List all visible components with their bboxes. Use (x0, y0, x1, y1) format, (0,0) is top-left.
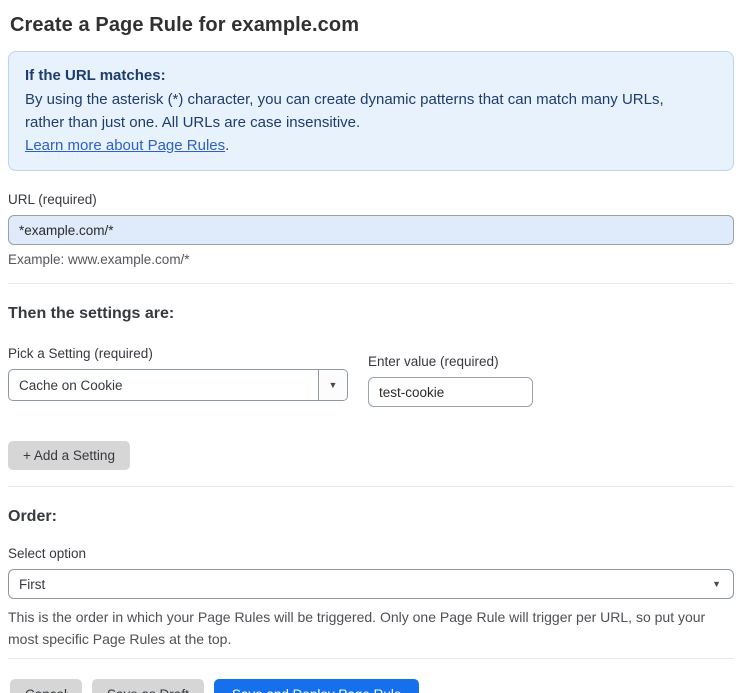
footer-actions: Cancel Save as Draft Save and Deploy Pag… (8, 679, 734, 693)
url-input[interactable] (8, 215, 734, 245)
order-section-heading: Order: (8, 508, 57, 525)
url-example-hint: Example: www.example.com/* (8, 252, 190, 267)
enter-value-label: Enter value (required) (368, 354, 499, 369)
order-select-label: Select option (8, 546, 87, 561)
setting-dropdown[interactable]: Cache on Cookie ▼ (8, 369, 348, 401)
settings-section-heading: Then the settings are: (8, 305, 175, 322)
url-field-label: URL (required) (8, 192, 97, 207)
cancel-button[interactable]: Cancel (10, 679, 83, 693)
save-as-draft-button[interactable]: Save as Draft (92, 679, 204, 693)
footer-divider (8, 658, 734, 659)
learn-more-link[interactable]: Learn more about Page Rules (25, 137, 225, 154)
setting-row: Pick a Setting (required) Cache on Cooki… (8, 346, 734, 407)
setting-dropdown-value: Cache on Cookie (19, 377, 123, 393)
chevron-down-icon: ▼ (328, 379, 338, 390)
info-banner-link-line: Learn more about Page Rules. (25, 134, 717, 157)
link-suffix: . (225, 137, 230, 154)
order-dropdown-value: First (19, 576, 46, 592)
page-title: Create a Page Rule for example.com (10, 14, 360, 36)
save-and-deploy-button[interactable]: Save and Deploy Page Rule (213, 679, 420, 693)
info-banner-heading: If the URL matches: (25, 67, 166, 84)
pick-setting-column: Pick a Setting (required) Cache on Cooki… (8, 346, 348, 401)
section-divider (8, 486, 734, 487)
setting-value-input[interactable] (368, 377, 533, 407)
order-dropdown[interactable]: First ▼ (8, 569, 734, 599)
pick-setting-label: Pick a Setting (required) (8, 346, 153, 361)
setting-dropdown-arrow-button[interactable]: ▼ (318, 370, 347, 400)
section-divider (8, 283, 734, 284)
url-match-info-banner: If the URL matches: By using the asteris… (8, 51, 734, 171)
add-setting-button[interactable]: + Add a Setting (8, 441, 130, 470)
order-help-text: This is the order in which your Page Rul… (8, 609, 706, 647)
info-banner-body: By using the asterisk (*) character, you… (25, 91, 664, 131)
chevron-down-icon: ▼ (712, 578, 721, 589)
page-rule-form: Create a Page Rule for example.com If th… (0, 0, 750, 693)
enter-value-column: Enter value (required) (368, 354, 533, 407)
